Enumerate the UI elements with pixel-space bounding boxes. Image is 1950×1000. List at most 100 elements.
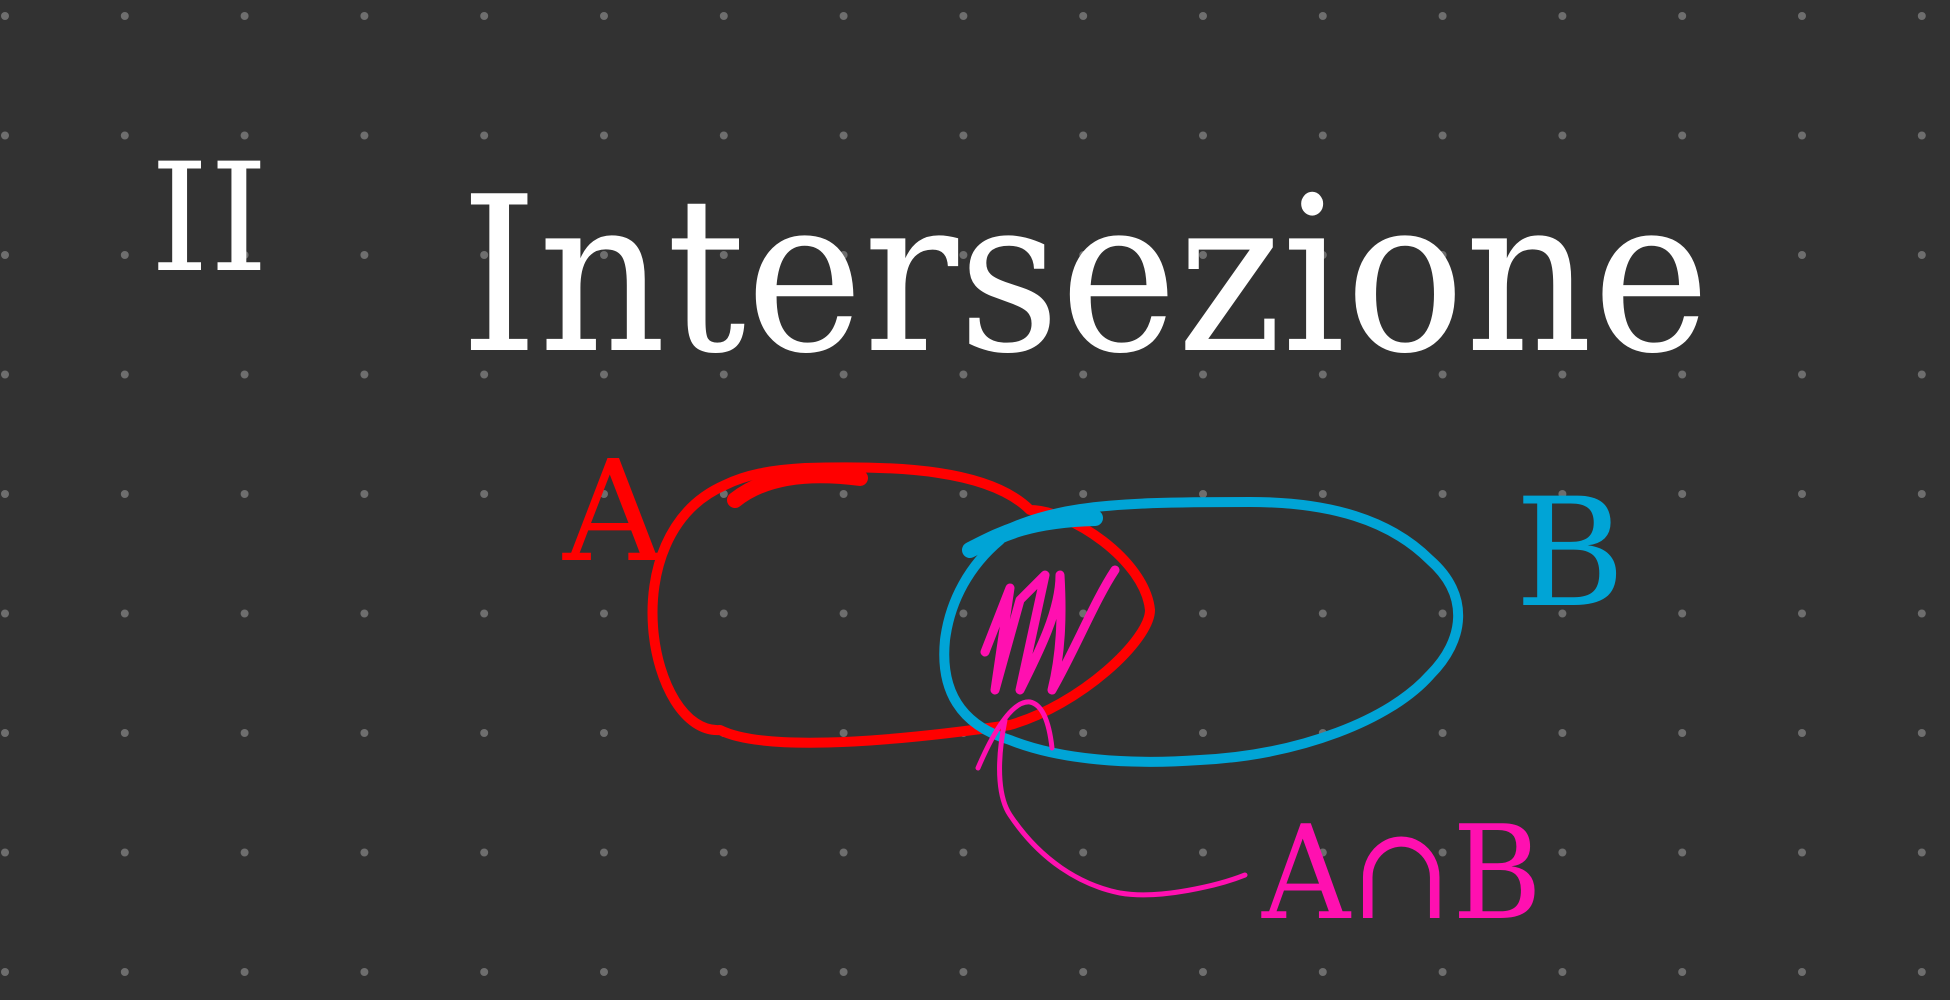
grid-dot bbox=[959, 609, 968, 618]
grid-dot bbox=[1079, 968, 1088, 976]
grid-dot bbox=[1798, 370, 1806, 379]
grid-dot bbox=[839, 490, 848, 498]
grid-dot bbox=[1199, 848, 1207, 857]
grid-dot bbox=[240, 490, 249, 498]
grid-dot bbox=[240, 729, 249, 737]
grid-dot bbox=[480, 490, 489, 498]
grid-dot bbox=[1318, 12, 1327, 20]
grid-dot bbox=[1917, 251, 1926, 259]
title-numeral: II bbox=[150, 132, 269, 306]
grid-dot bbox=[480, 609, 489, 618]
grid-dot bbox=[719, 131, 728, 140]
grid-dot bbox=[1917, 370, 1926, 379]
grid-dot bbox=[480, 848, 489, 857]
grid-dot bbox=[719, 848, 728, 857]
grid-dot bbox=[1798, 729, 1806, 737]
grid-dot bbox=[1798, 12, 1806, 20]
grid-dot bbox=[600, 729, 608, 737]
grid-dot bbox=[360, 251, 369, 259]
grid-dot bbox=[480, 968, 489, 976]
grid-dot bbox=[959, 848, 968, 857]
grid-dot bbox=[1558, 968, 1567, 976]
grid-dot bbox=[1318, 968, 1327, 976]
grid-dot bbox=[480, 131, 489, 140]
grid-dot bbox=[240, 370, 249, 379]
grid-dot bbox=[120, 131, 129, 140]
grid-dot bbox=[1798, 609, 1806, 618]
grid-dot bbox=[1558, 729, 1567, 737]
grid-dot bbox=[1558, 131, 1567, 140]
grid-dot bbox=[1678, 609, 1687, 618]
grid-dot bbox=[1, 968, 9, 976]
grid-dot bbox=[719, 609, 728, 618]
grid-dot bbox=[1678, 490, 1687, 498]
grid-dot bbox=[1318, 131, 1327, 140]
grid-dot bbox=[120, 490, 129, 498]
grid-dot bbox=[360, 609, 369, 618]
grid-dot bbox=[1, 609, 9, 618]
grid-dot bbox=[240, 12, 249, 20]
grid-dot bbox=[1199, 968, 1207, 976]
grid-dot bbox=[1, 370, 9, 379]
grid-dot bbox=[1318, 609, 1327, 618]
grid-dot bbox=[1079, 490, 1088, 498]
grid-dot bbox=[1438, 609, 1447, 618]
grid-dot bbox=[120, 848, 129, 857]
grid-dot bbox=[1917, 848, 1926, 857]
grid-dot bbox=[1318, 490, 1327, 498]
grid-dot bbox=[1079, 12, 1088, 20]
grid-dot bbox=[1678, 729, 1687, 737]
grid-dot bbox=[839, 848, 848, 857]
grid-dot bbox=[719, 968, 728, 976]
grid-dot bbox=[1917, 490, 1926, 498]
grid-dot bbox=[1, 848, 9, 857]
grid-dot bbox=[1438, 968, 1447, 976]
grid-dot bbox=[120, 968, 129, 976]
grid-dot bbox=[120, 12, 129, 20]
grid-dot bbox=[1798, 968, 1806, 976]
grid-dot bbox=[1, 729, 9, 737]
grid-dot bbox=[600, 848, 608, 857]
grid-dot bbox=[120, 729, 129, 737]
grid-dot bbox=[1678, 12, 1687, 20]
grid-dot bbox=[1438, 12, 1447, 20]
grid-dot bbox=[959, 490, 968, 498]
title-word: Intersezione bbox=[460, 150, 1710, 401]
whiteboard-canvas[interactable]: II Intersezione A B A∩B bbox=[0, 0, 1950, 1000]
grid-dot bbox=[839, 729, 848, 737]
grid-dot bbox=[839, 609, 848, 618]
grid-dot bbox=[1558, 848, 1567, 857]
grid-dot bbox=[1917, 131, 1926, 140]
grid-dot bbox=[719, 12, 728, 20]
intersection-label: A∩B bbox=[1261, 797, 1542, 949]
grid-dot bbox=[1798, 848, 1806, 857]
grid-dot bbox=[1, 12, 9, 20]
grid-dot bbox=[1798, 131, 1806, 140]
grid-dot bbox=[1, 490, 9, 498]
grid-dot bbox=[1558, 12, 1567, 20]
grid-dot bbox=[1199, 729, 1207, 737]
grid-dot bbox=[360, 12, 369, 20]
grid-dot bbox=[120, 609, 129, 618]
grid-dot bbox=[1678, 848, 1687, 857]
grid-dot bbox=[120, 251, 129, 259]
grid-dot bbox=[600, 968, 608, 976]
grid-dot bbox=[839, 12, 848, 20]
grid-dot bbox=[600, 12, 608, 20]
grid-dot bbox=[1917, 609, 1926, 618]
grid-dot bbox=[1917, 729, 1926, 737]
set-a-label: A bbox=[562, 431, 666, 594]
grid-dot bbox=[1798, 251, 1806, 259]
grid-dot bbox=[1, 251, 9, 259]
grid-dot bbox=[240, 848, 249, 857]
grid-dot bbox=[1678, 131, 1687, 140]
grid-dot bbox=[839, 131, 848, 140]
grid-dot bbox=[1678, 968, 1687, 976]
grid-dot bbox=[839, 968, 848, 976]
grid-dot bbox=[1798, 490, 1806, 498]
grid-dot bbox=[959, 131, 968, 140]
grid-dot bbox=[1917, 12, 1926, 20]
grid-dot bbox=[1199, 131, 1207, 140]
grid-dot bbox=[1199, 12, 1207, 20]
grid-dot bbox=[240, 968, 249, 976]
